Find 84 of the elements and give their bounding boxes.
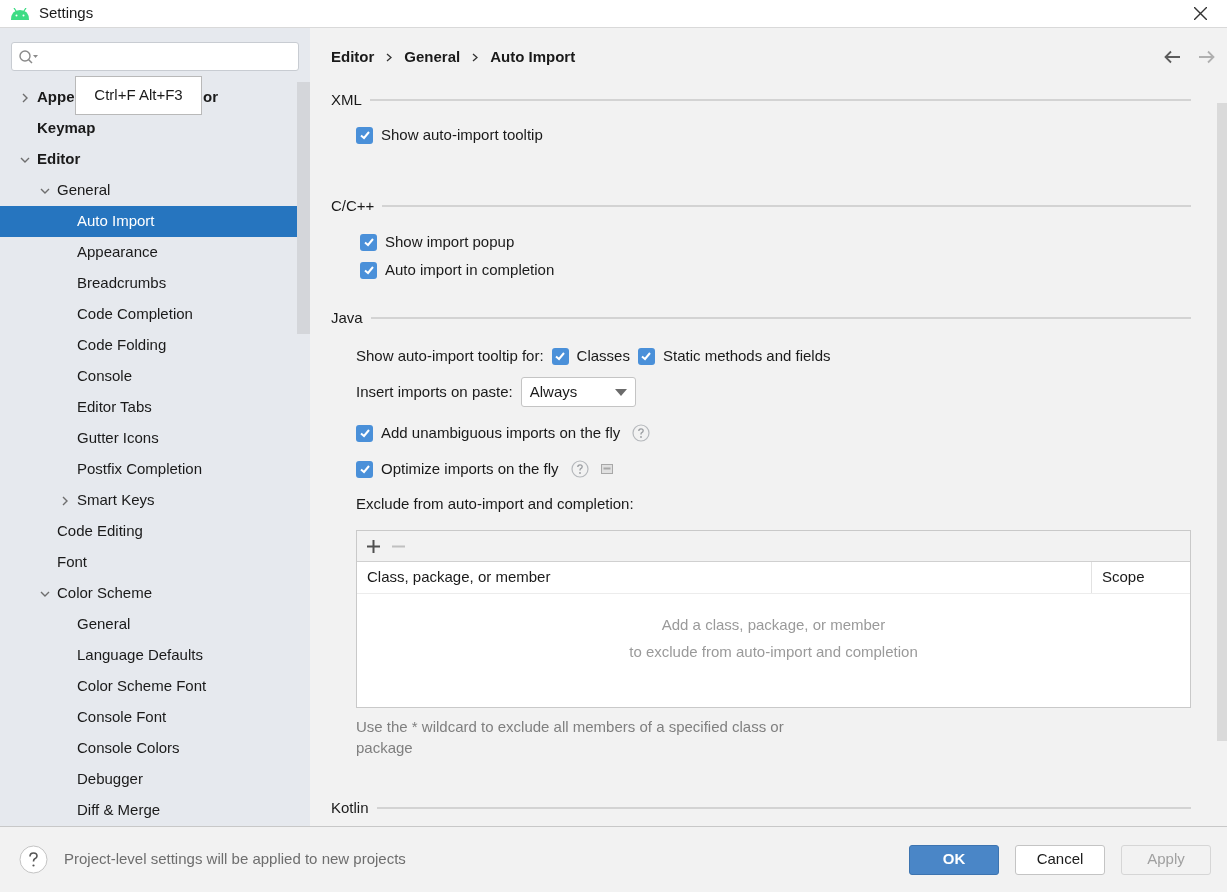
close-icon[interactable] — [1194, 7, 1207, 20]
tree-item[interactable]: Code Editing — [0, 516, 297, 547]
check-icon — [362, 264, 375, 276]
checkbox[interactable] — [356, 460, 373, 478]
breadcrumb-item[interactable]: General — [404, 45, 461, 69]
help-icon[interactable] — [632, 424, 651, 442]
check-icon — [362, 236, 375, 248]
section-title: Java — [331, 307, 363, 328]
help-icon[interactable] — [19, 845, 48, 874]
checkbox-label[interactable]: Add unambiguous imports on the fly — [381, 421, 621, 445]
check-icon — [358, 427, 371, 439]
paste-dropdown[interactable]: Always — [520, 377, 636, 407]
empty-table-text: Add a class, package, or member — [661, 615, 886, 635]
tree-item[interactable]: General — [0, 609, 297, 640]
section-title: Kotlin — [331, 797, 369, 818]
tree-item[interactable]: Keymap — [0, 113, 297, 144]
checkbox[interactable] — [637, 347, 655, 365]
checkbox[interactable] — [356, 424, 373, 442]
column-header[interactable]: Class, package, or member — [357, 562, 1092, 593]
breadcrumb-item[interactable]: Auto Import — [490, 45, 576, 69]
add-icon[interactable] — [367, 539, 380, 553]
checkbox-label[interactable]: Classes — [576, 344, 630, 368]
exclude-label: Exclude from auto-import and completion: — [356, 493, 634, 514]
tree-item[interactable]: Language Defaults — [0, 640, 297, 671]
checkbox-label[interactable]: Auto import in completion — [385, 258, 555, 282]
tree-item[interactable]: Editor Tabs — [0, 392, 297, 423]
wildcard-hint: Use the * wildcard to exclude all members of a specified class or package — [356, 717, 785, 758]
check-icon — [358, 129, 371, 141]
check-icon — [358, 463, 371, 475]
empty-table-text: to exclude from auto-import and completion — [629, 641, 918, 662]
chevron-right-icon[interactable] — [20, 92, 30, 103]
tree-item[interactable]: Auto Import — [0, 206, 297, 237]
section-title: C/C++ — [331, 195, 375, 216]
tree-item[interactable]: Console — [0, 361, 297, 392]
option-label: Show auto-import tooltip for: — [356, 345, 544, 366]
tree-item[interactable]: Diff & Merge — [0, 795, 297, 826]
tree-item-label[interactable]: or — [203, 86, 218, 109]
check-icon — [554, 350, 567, 362]
breadcrumb-separator-icon — [386, 52, 393, 62]
checkbox-label[interactable]: Show import popup — [385, 230, 515, 254]
column-header[interactable]: Scope — [1092, 562, 1190, 593]
checkbox[interactable] — [356, 126, 373, 144]
dialog-button[interactable]: OK — [909, 844, 999, 875]
scrollbar-thumb[interactable] — [1217, 103, 1227, 741]
back-arrow-icon[interactable] — [1164, 50, 1181, 64]
tree-item[interactable]: Postfix Completion — [0, 454, 297, 485]
tree-item[interactable]: Gutter Icons — [0, 423, 297, 454]
tree-item[interactable]: General — [0, 175, 297, 206]
section-title: XML — [331, 89, 362, 110]
chevron-right-icon[interactable] — [60, 495, 70, 506]
checkbox-label[interactable]: Show auto-import tooltip — [381, 123, 543, 147]
search-icon — [18, 48, 40, 65]
tree-item[interactable]: Appearance — [0, 237, 297, 268]
tree-item[interactable]: Console Colors — [0, 733, 297, 764]
scrollbar-thumb[interactable] — [297, 82, 310, 334]
tree-item[interactable]: Code Completion — [0, 299, 297, 330]
help-icon[interactable] — [570, 460, 589, 478]
checkbox[interactable] — [551, 347, 569, 365]
search-field[interactable] — [11, 42, 299, 71]
check-icon — [640, 350, 653, 362]
tree-item[interactable]: Console Font — [0, 702, 297, 733]
field-label: Insert imports on paste: — [356, 381, 513, 402]
dialog-button[interactable]: Cancel — [1015, 844, 1105, 875]
tree-item[interactable]: Color Scheme — [0, 578, 297, 609]
checkbox[interactable] — [360, 261, 377, 279]
checkbox-label[interactable]: Optimize imports on the fly — [381, 457, 559, 481]
tree-item[interactable]: Color Scheme Font — [0, 671, 297, 702]
breadcrumb-separator-icon — [472, 52, 479, 62]
android-logo-icon — [10, 7, 30, 20]
breadcrumb-item[interactable]: Editor — [331, 45, 375, 69]
footer-hint: Project-level settings will be applied to new projects — [64, 849, 406, 870]
tree-item[interactable]: Debugger — [0, 764, 297, 795]
tree-item[interactable]: Font — [0, 547, 297, 578]
tree-item[interactable]: Smart Keys — [0, 485, 297, 516]
tree-item[interactable]: Code Folding — [0, 330, 297, 361]
tree-item[interactable]: Editor — [0, 144, 297, 175]
window-title: Settings — [39, 3, 94, 24]
checkbox-label[interactable]: Static methods and fields — [662, 344, 831, 368]
dropdown-caret-icon — [614, 388, 627, 396]
shortcut-tooltip: Ctrl+F Alt+F3 — [75, 76, 202, 115]
checkbox[interactable] — [360, 233, 377, 251]
tree-item-label[interactable]: Appe — [37, 86, 77, 109]
tree-item[interactable]: Breadcrumbs — [0, 268, 297, 299]
panel-icon[interactable] — [600, 464, 613, 474]
